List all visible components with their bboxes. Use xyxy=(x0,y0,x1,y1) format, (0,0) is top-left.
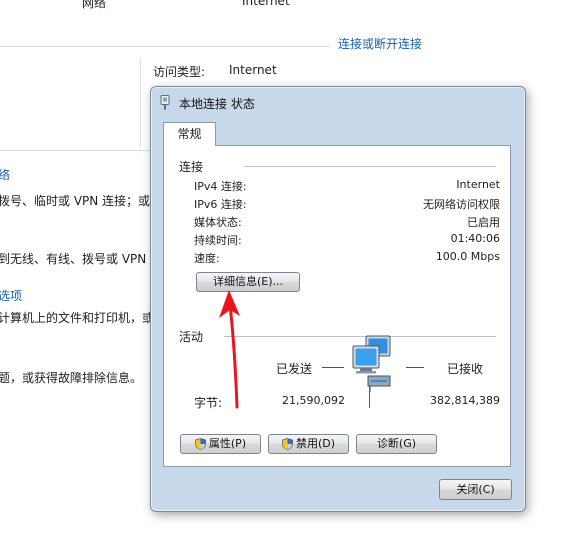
ipv6-value: 无网络访问权限 xyxy=(423,198,500,211)
uac-shield-icon xyxy=(282,438,293,450)
disable-button[interactable]: 禁用(D) xyxy=(268,434,349,454)
speed-value: 100.0 Mbps xyxy=(435,250,500,263)
background-divider xyxy=(0,46,330,47)
bytes-sent-value: 21,590,092 xyxy=(282,394,345,407)
close-button[interactable]: 关闭(C) xyxy=(439,479,512,500)
tab-general[interactable]: 常规 xyxy=(163,122,216,146)
background-vertical-divider xyxy=(140,58,141,148)
left-line-5: 题，或获得故障排除信息。 xyxy=(0,371,143,385)
access-type-value: Internet xyxy=(229,63,277,77)
bytes-divider xyxy=(369,386,370,408)
ipv4-label: IPv4 连接: xyxy=(194,180,247,193)
received-rule xyxy=(406,367,424,368)
properties-button[interactable]: 属性(P) xyxy=(180,434,261,454)
dialog-titlebar[interactable]: 本地连接 状态 xyxy=(151,87,525,117)
details-button[interactable]: 详细信息(E)... xyxy=(196,272,300,292)
network-label: 网络 xyxy=(82,0,107,10)
left-line-4: 计算机上的文件和打印机，或更 xyxy=(0,311,167,325)
local-connection-status-dialog: 本地连接 状态 常规 连接 IPv4 连接: Internet IPv6 连接:… xyxy=(150,86,526,512)
received-label: 已接收 xyxy=(447,362,484,376)
activity-section-title: 活动 xyxy=(179,330,204,344)
network-connection-icon xyxy=(160,95,170,110)
internet-label: Internet xyxy=(242,0,290,8)
properties-button-label: 属性(P) xyxy=(208,437,247,450)
left-line-1: 拨号、临时或 VPN 连接；或设 xyxy=(0,194,163,208)
general-tab-panel: 连接 IPv4 连接: Internet IPv6 连接: 无网络访问权限 媒体… xyxy=(163,145,511,467)
background-divider-2 xyxy=(0,150,150,151)
disable-button-label: 禁用(D) xyxy=(295,437,336,450)
connection-section-title: 连接 xyxy=(179,160,204,174)
bytes-label: 字节: xyxy=(194,396,223,410)
connect-disconnect-link[interactable]: 连接或断开连接 xyxy=(338,35,422,52)
left-line-2: 到无线、有线、拨号或 VPN 网 xyxy=(0,252,163,266)
left-line-0[interactable]: 络 xyxy=(0,166,10,183)
ipv4-value: Internet xyxy=(456,178,500,191)
media-state-label: 媒体状态: xyxy=(194,216,242,229)
duration-value: 01:40:06 xyxy=(450,232,500,245)
left-line-3[interactable]: 选项 xyxy=(0,287,22,304)
sent-label: 已发送 xyxy=(276,362,313,376)
access-type-label: 访问类型: xyxy=(153,65,206,79)
speed-label: 速度: xyxy=(194,252,220,265)
connection-section-rule xyxy=(244,166,496,167)
diagnose-button[interactable]: 诊断(G) xyxy=(356,434,437,454)
network-activity-icon xyxy=(352,335,391,392)
uac-shield-icon xyxy=(195,438,206,450)
sent-rule xyxy=(322,367,344,368)
duration-label: 持续时间: xyxy=(194,234,242,247)
media-state-value: 已启用 xyxy=(467,216,500,229)
bytes-received-value: 382,814,389 xyxy=(430,394,500,407)
ipv6-label: IPv6 连接: xyxy=(194,198,247,211)
dialog-title: 本地连接 状态 xyxy=(179,97,255,111)
